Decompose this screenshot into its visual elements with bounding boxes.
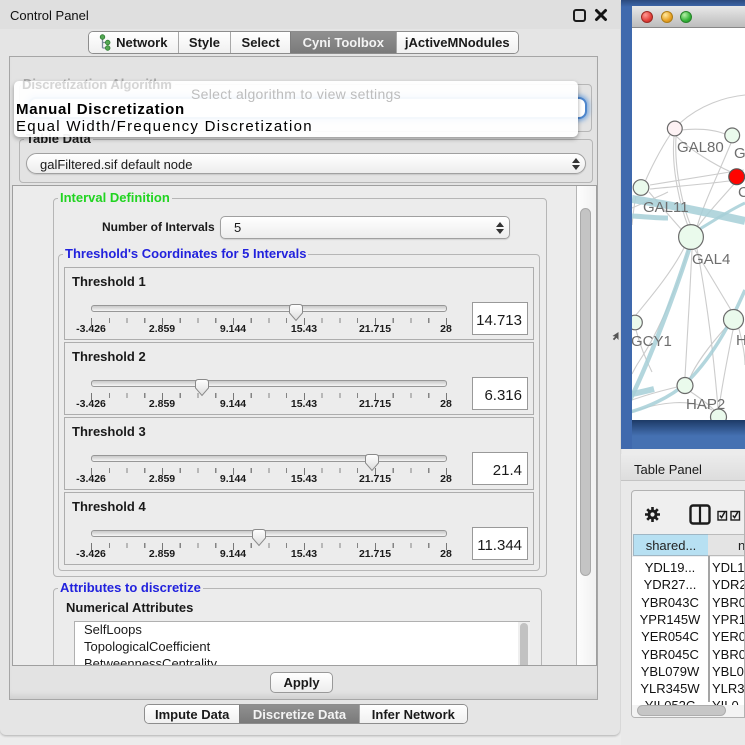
svg-text:HAP2: HAP2 (686, 396, 725, 413)
svg-text:GCY1: GCY1 (632, 333, 672, 350)
svg-text:H: H (736, 332, 745, 349)
svg-text:GA: GA (734, 145, 745, 162)
svg-text:GAL11: GAL11 (643, 199, 689, 216)
svg-text:C: C (738, 184, 745, 201)
svg-text:GAL80: GAL80 (677, 139, 724, 156)
svg-text:GAL4: GAL4 (692, 251, 730, 268)
